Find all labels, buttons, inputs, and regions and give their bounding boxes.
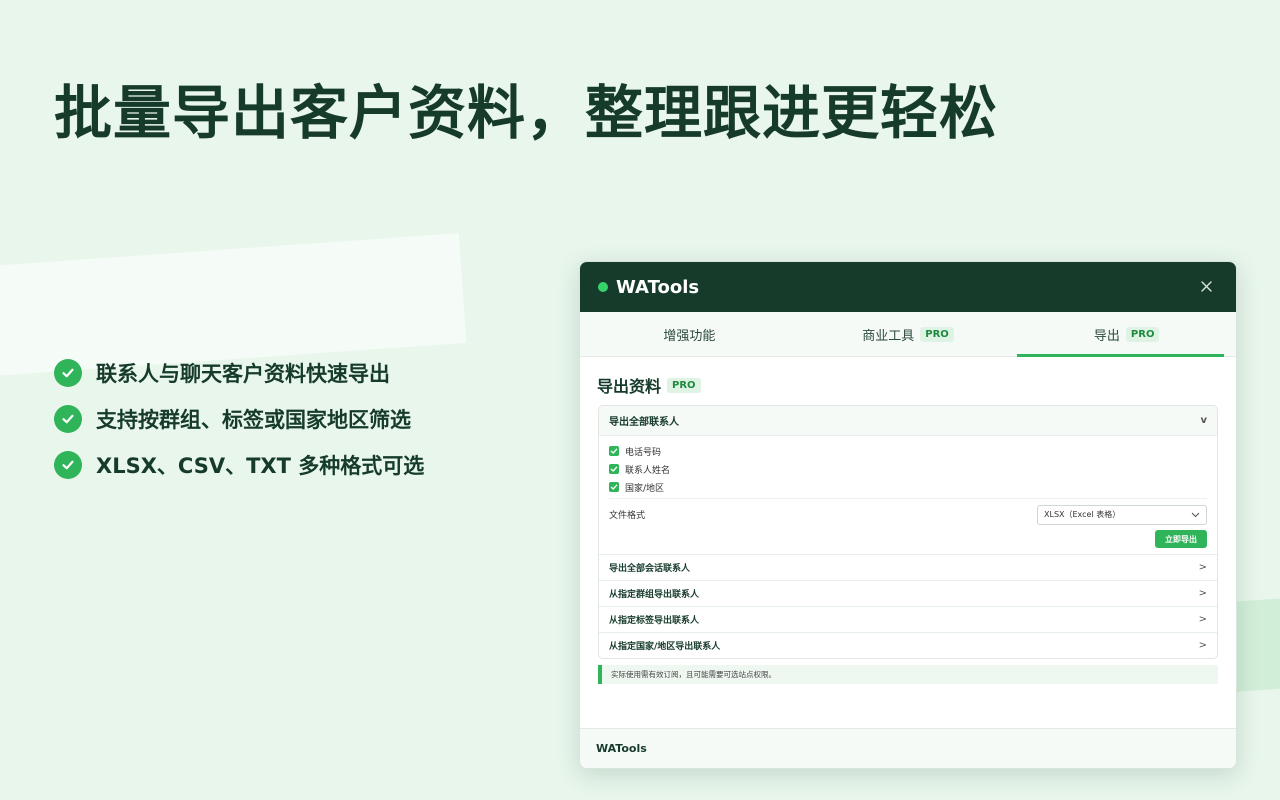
accordion-item-label: 导出全部会话联系人 — [609, 564, 691, 574]
feature-text: XLSX、CSV、TXT 多种格式可选 — [96, 454, 425, 478]
watools-panel: WATools 增强功能 商业工具 PRO 导出 PRO 导出资料 PRO 导出… — [579, 261, 1237, 769]
section-title-text: 导出资料 — [597, 377, 662, 396]
accordion-item-all-chats[interactable]: 导出全部会话联系人 > — [599, 554, 1217, 580]
pro-badge: PRO — [1125, 326, 1160, 342]
tab-label: 导出 — [1093, 328, 1120, 344]
accordion-body: 电话号码 联系人姓名 国家/地区 文件格式 XLSX（Excel 表格） 立即导… — [599, 436, 1217, 554]
subscription-note: 实际使用需有效订阅，且可能需要可选站点权限。 — [598, 665, 1218, 684]
close-icon — [1200, 280, 1212, 292]
accordion-item-by-label[interactable]: 从指定标签导出联系人 > — [599, 606, 1217, 632]
check-icon — [54, 359, 82, 387]
accordion-item-label: 从指定群组导出联系人 — [609, 590, 700, 600]
pro-badge: PRO — [920, 326, 954, 342]
checkbox-label: 国家/地区 — [625, 483, 665, 494]
checkbox-checked-icon — [609, 482, 619, 492]
chevron-down-icon: v — [1200, 415, 1207, 426]
checkbox-checked-icon — [609, 464, 619, 474]
feature-text: 支持按群组、标签或国家地区筛选 — [96, 408, 411, 432]
feature-item: 支持按群组、标签或国家地区筛选 — [54, 396, 424, 442]
close-button[interactable] — [1196, 276, 1216, 296]
checkbox-checked-icon — [609, 446, 619, 456]
feature-item: 联系人与聊天客户资料快速导出 — [54, 350, 424, 396]
tab-label: 商业工具 — [862, 328, 915, 344]
status-dot-icon — [598, 282, 608, 292]
feature-item: XLSX、CSV、TXT 多种格式可选 — [54, 442, 424, 488]
panel-title: WATools — [616, 276, 700, 298]
chevron-right-icon: > — [1198, 614, 1207, 625]
chevron-right-icon: > — [1198, 640, 1207, 651]
pro-badge: PRO — [667, 377, 701, 393]
accordion-item-by-group[interactable]: 从指定群组导出联系人 > — [599, 580, 1217, 606]
tab-bar: 增强功能 商业工具 PRO 导出 PRO — [580, 312, 1236, 357]
section-title: 导出资料 PRO — [597, 373, 1219, 397]
chevron-right-icon: > — [1198, 588, 1207, 599]
file-format-label: 文件格式 — [609, 511, 646, 521]
accordion-header-label: 导出全部联系人 — [609, 417, 679, 428]
footer-brand: WATools — [596, 742, 647, 755]
tab-export[interactable]: 导出 PRO — [1017, 312, 1236, 357]
export-button-row: 立即导出 — [609, 530, 1207, 548]
tab-label: 增强功能 — [663, 328, 716, 344]
feature-text: 联系人与聊天客户资料快速导出 — [96, 362, 390, 386]
panel-footer: WATools — [580, 728, 1236, 768]
accordion-header-export-all[interactable]: 导出全部联系人 v — [599, 406, 1217, 436]
accordion-item-by-country[interactable]: 从指定国家/地区导出联系人 > — [599, 632, 1217, 658]
check-icon — [54, 451, 82, 479]
feature-list: 联系人与聊天客户资料快速导出 支持按群组、标签或国家地区筛选 XLSX、CSV、… — [54, 350, 424, 488]
check-icon — [54, 405, 82, 433]
chevron-right-icon: > — [1198, 562, 1207, 573]
tab-enhance[interactable]: 增强功能 — [580, 312, 799, 356]
checkbox-label: 电话号码 — [625, 447, 662, 458]
file-format-select[interactable]: XLSX（Excel 表格） — [1037, 504, 1207, 525]
chevron-down-icon — [1191, 512, 1200, 517]
tab-business-tools[interactable]: 商业工具 PRO — [799, 312, 1018, 356]
headline: 批量导出客户资料，整理跟进更轻松 — [54, 79, 999, 147]
export-now-button[interactable]: 立即导出 — [1155, 530, 1207, 548]
checkbox-name[interactable]: 联系人姓名 — [609, 460, 1207, 478]
panel-header: WATools — [580, 262, 1236, 312]
file-format-row: 文件格式 XLSX（Excel 表格） — [609, 498, 1207, 526]
export-accordion: 导出全部联系人 v 电话号码 联系人姓名 国家/地区 文件格式 XLSX（Exc… — [598, 405, 1218, 659]
checkbox-country[interactable]: 国家/地区 — [609, 478, 1207, 496]
accordion-item-label: 从指定国家/地区导出联系人 — [609, 642, 721, 652]
accordion-item-label: 从指定标签导出联系人 — [609, 616, 700, 626]
checkbox-label: 联系人姓名 — [625, 465, 671, 476]
checkbox-phone[interactable]: 电话号码 — [609, 442, 1207, 460]
file-format-value: XLSX（Excel 表格） — [1044, 510, 1121, 519]
